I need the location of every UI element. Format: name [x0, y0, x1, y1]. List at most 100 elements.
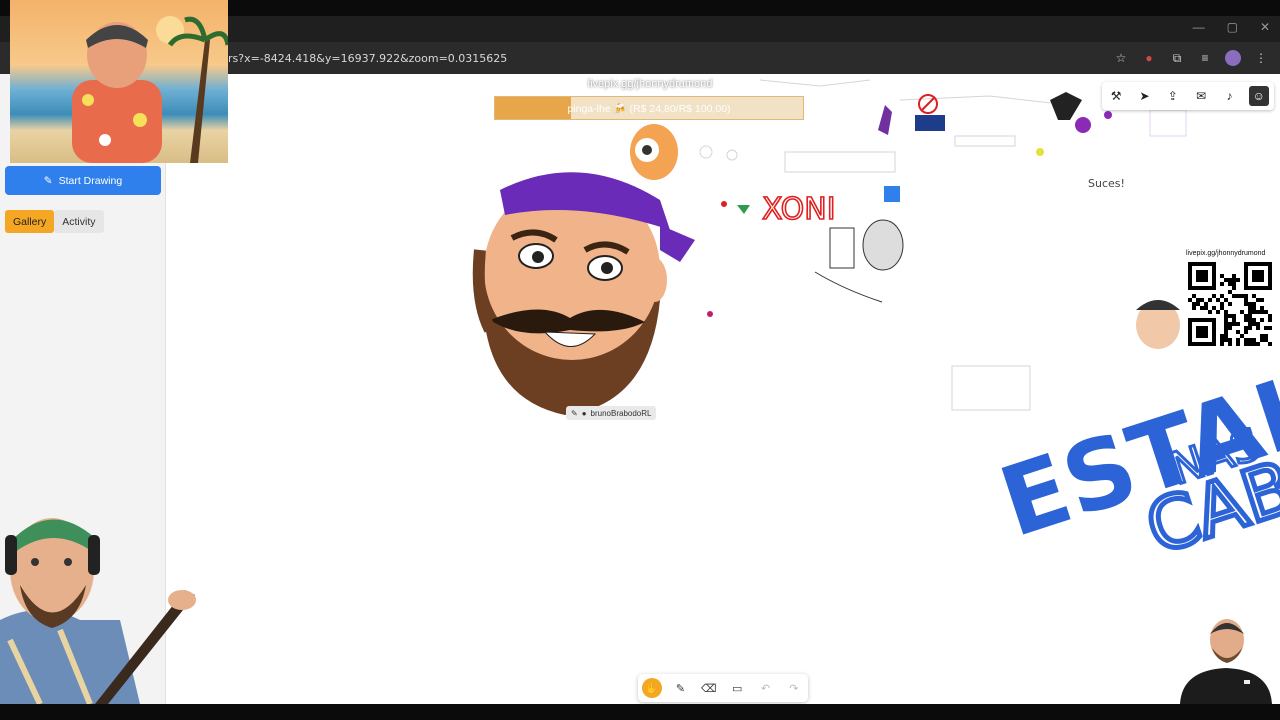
qr-module	[1228, 326, 1232, 330]
qr-module	[1232, 322, 1236, 326]
qr-module	[1208, 298, 1212, 302]
qr-module	[1256, 310, 1260, 314]
streamer-webcam	[0, 500, 200, 704]
qr-module	[1240, 310, 1244, 314]
playlist-icon[interactable]: ≡	[1196, 49, 1214, 67]
qr-module	[1220, 282, 1224, 286]
qr-module	[1232, 318, 1236, 322]
qr-module	[1192, 302, 1196, 306]
qr-module	[1212, 306, 1216, 310]
start-drawing-label: Start Drawing	[58, 174, 123, 187]
author-name: brunoBrabodoRL	[590, 408, 652, 418]
qr-module	[1220, 274, 1224, 278]
pen-tool-button[interactable]: ✎	[670, 678, 690, 698]
qr-module	[1192, 294, 1196, 298]
qr-module	[1212, 294, 1216, 298]
drawing-author-tag[interactable]: ✎ ● brunoBrabodoRL	[566, 406, 657, 420]
start-drawing-button[interactable]: ✎ Start Drawing	[5, 166, 161, 195]
qr-module	[1268, 326, 1272, 330]
qr-module	[1248, 302, 1252, 306]
undo-tool-button[interactable]: ↶	[755, 678, 775, 698]
qr-module	[1240, 334, 1244, 338]
qr-module	[1220, 334, 1224, 338]
qr-module	[1220, 302, 1224, 306]
qr-module	[1244, 294, 1248, 298]
puzzle-icon[interactable]: ⧉	[1168, 49, 1186, 67]
qr-module	[1244, 314, 1248, 318]
qr-module	[1200, 306, 1204, 310]
qr-module	[1248, 318, 1252, 322]
qr-module	[1224, 314, 1228, 318]
share-icon[interactable]: ⇪	[1164, 89, 1182, 103]
qr-module	[1248, 310, 1252, 314]
url-field[interactable]: rs?x=-8424.418&y=16937.922&zoom=0.031562…	[228, 52, 507, 65]
profile-icon[interactable]	[1224, 49, 1242, 67]
qr-module	[1236, 294, 1240, 298]
qr-module	[1244, 318, 1248, 322]
qr-module	[1228, 302, 1232, 306]
qr-module	[1224, 310, 1228, 314]
qr-module	[1236, 322, 1240, 326]
bell-icon[interactable]: ♪	[1220, 89, 1238, 103]
cursor-icon[interactable]: ➤	[1135, 89, 1153, 103]
hand-tool-button[interactable]: ✋	[642, 678, 663, 698]
qr-module	[1228, 342, 1232, 346]
qr-module	[1264, 326, 1268, 330]
tab-gallery[interactable]: Gallery	[5, 210, 55, 233]
qr-module	[1232, 274, 1236, 278]
qr-module	[1248, 322, 1252, 326]
qr-module	[1248, 342, 1252, 346]
tab-activity[interactable]: Activity	[54, 210, 104, 233]
user-icon[interactable]: ☺	[1248, 86, 1269, 106]
eraser-tool-button[interactable]: ⌫	[699, 678, 719, 698]
qr-module	[1220, 342, 1224, 346]
qr-module	[1224, 278, 1228, 282]
wrench-icon[interactable]: ⚒	[1107, 89, 1125, 103]
qr-module	[1232, 282, 1236, 286]
star-icon[interactable]: ☆	[1112, 49, 1130, 67]
qr-module	[1260, 334, 1264, 338]
qr-module	[1228, 322, 1232, 326]
qr-module	[1204, 306, 1208, 310]
guest-webcam	[1172, 610, 1280, 704]
user-icon: ●	[581, 408, 587, 418]
qr-module	[1228, 290, 1232, 294]
qr-module	[1264, 338, 1268, 342]
qr-module	[1248, 314, 1252, 318]
browser-actions: ☆ ● ⧉ ≡ ⋮	[1112, 49, 1270, 67]
qr-module	[1248, 306, 1252, 310]
qr-module	[1192, 306, 1196, 310]
qr-module	[1232, 278, 1236, 282]
close-icon[interactable]: ✕	[1260, 20, 1270, 34]
redo-tool-button[interactable]: ↷	[784, 678, 804, 698]
menu-icon[interactable]: ⋮	[1252, 49, 1270, 67]
qr-module	[1200, 298, 1204, 302]
extension-icon[interactable]: ●	[1140, 49, 1158, 67]
qr-module	[1188, 298, 1192, 302]
qr-module	[1196, 302, 1200, 306]
qr-module	[1252, 338, 1256, 342]
qr-module	[1252, 342, 1256, 346]
qr-module	[1248, 326, 1252, 330]
qr-module	[1232, 286, 1236, 290]
qr-module	[1260, 310, 1264, 314]
donation-goal-bar: pinga-lhe 🍻 (R$ 24,80/R$ 100,00)	[494, 96, 804, 120]
qr-module	[1268, 342, 1272, 346]
qr-module	[1260, 298, 1264, 302]
qr-module	[1256, 326, 1260, 330]
qr-module	[1232, 294, 1236, 298]
qr-module	[1244, 342, 1248, 346]
qr-module	[1260, 338, 1264, 342]
qr-module	[1220, 338, 1224, 342]
rect-tool-button[interactable]: ▭	[727, 678, 747, 698]
chat-icon[interactable]: ✉	[1192, 89, 1210, 103]
minimize-icon[interactable]: —	[1193, 20, 1205, 34]
qr-module	[1224, 318, 1228, 322]
sidebar-tabs: Gallery Activity	[5, 210, 104, 233]
bottom-strip	[0, 704, 1280, 720]
qr-module	[1252, 306, 1256, 310]
qr-module	[1228, 314, 1232, 318]
qr-module	[1220, 306, 1224, 310]
maximize-icon[interactable]: ▢	[1227, 20, 1238, 34]
qr-module	[1204, 302, 1208, 306]
